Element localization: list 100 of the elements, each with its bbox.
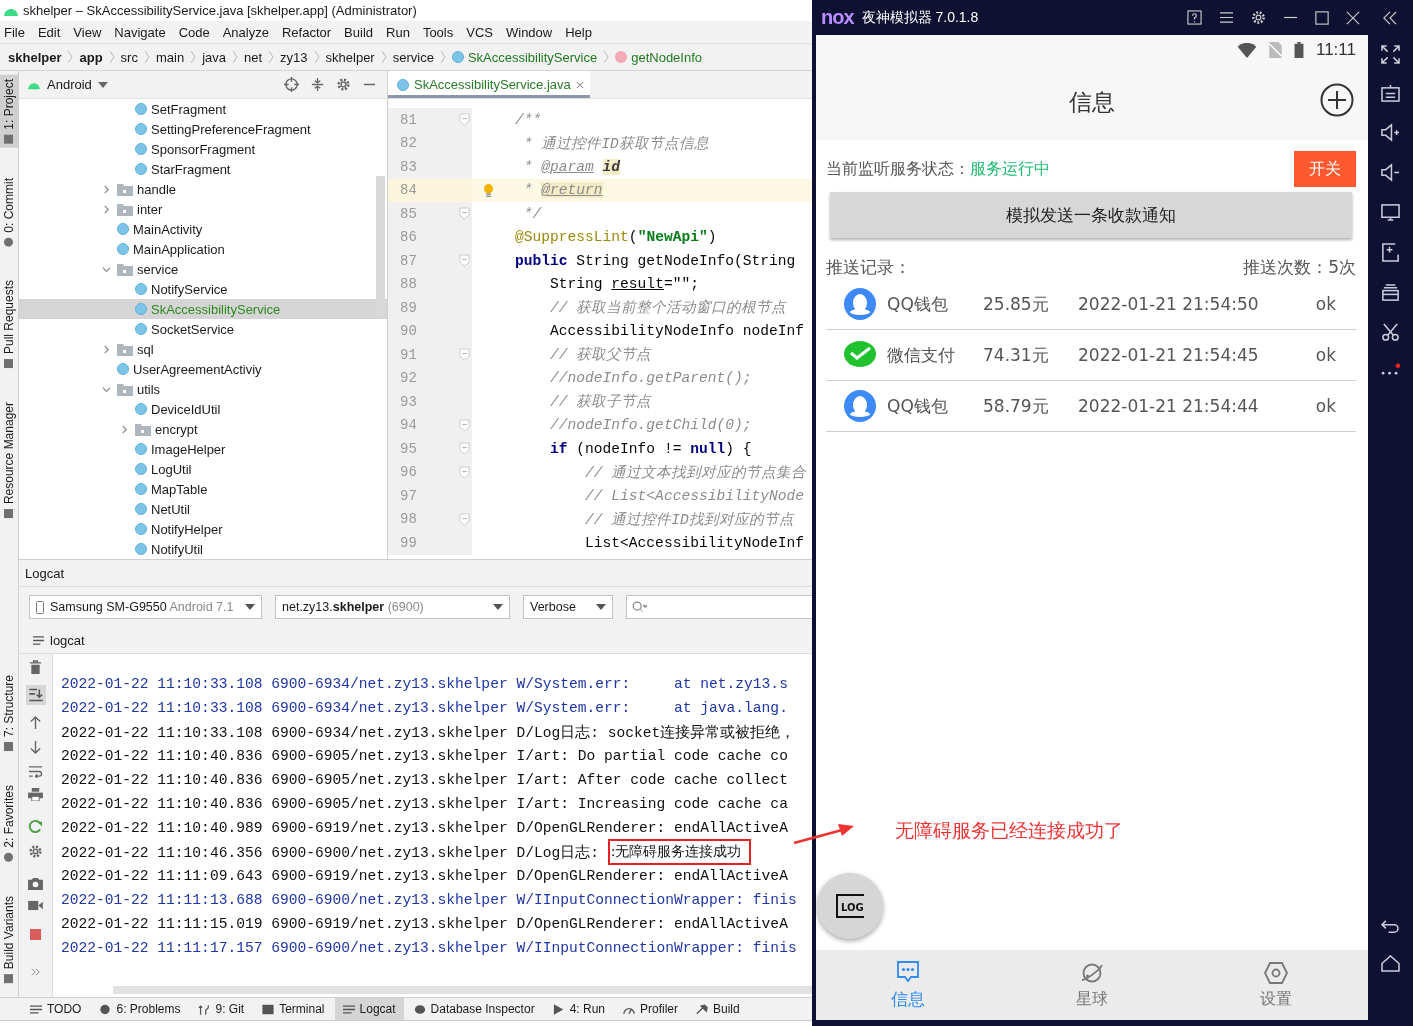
tool-window-tab[interactable]: 9: Git: [190, 998, 253, 1020]
home-icon[interactable]: [1381, 955, 1400, 972]
tree-item[interactable]: NotifyService: [19, 279, 387, 299]
tool-window-tab[interactable]: 1: Project: [0, 75, 18, 148]
fold-marker[interactable]: [459, 207, 470, 221]
scissors-icon[interactable]: [1381, 323, 1400, 342]
maximize-icon[interactable]: [1315, 10, 1329, 25]
chevron-icon[interactable]: [102, 384, 111, 394]
tree-item[interactable]: SponsorFragment: [19, 139, 387, 159]
view-dropdown[interactable]: Android: [27, 77, 108, 92]
scrollbar[interactable]: [376, 176, 385, 316]
settings-icon[interactable]: [336, 77, 351, 92]
menu-item[interactable]: File: [4, 24, 25, 40]
tool-window-tab[interactable]: 0: Commit: [0, 173, 18, 251]
scrollbar[interactable]: [113, 986, 812, 994]
fold-marker[interactable]: [459, 442, 470, 456]
trash-icon[interactable]: [29, 660, 42, 675]
print-icon[interactable]: [28, 788, 43, 801]
tree-item[interactable]: sql: [19, 339, 387, 359]
fold-marker[interactable]: [459, 418, 470, 432]
arrow-up-icon[interactable]: [29, 715, 42, 730]
menu-item[interactable]: VCS: [466, 24, 493, 40]
breadcrumb[interactable]: skhelper: [8, 49, 62, 65]
tool-window-tab[interactable]: 7: Structure: [0, 671, 18, 756]
menu-item[interactable]: Run: [386, 24, 410, 40]
log-button[interactable]: LOG: [817, 873, 883, 939]
breadcrumb[interactable]: src: [120, 49, 138, 65]
device-dropdown[interactable]: Samsung SM-G9550 Android 7.1: [29, 595, 262, 619]
breadcrumb[interactable]: app: [79, 49, 103, 65]
tree-item[interactable]: NetUtil: [19, 499, 387, 519]
locate-icon[interactable]: [284, 77, 299, 92]
fold-marker[interactable]: [459, 465, 470, 479]
tool-window-tab[interactable]: Logcat: [334, 998, 404, 1020]
fullscreen-icon[interactable]: [1381, 45, 1400, 64]
tree-item[interactable]: MainActivity: [19, 219, 387, 239]
tree-item[interactable]: SettingPreferenceFragment: [19, 119, 387, 139]
chevron-icon[interactable]: [102, 264, 111, 274]
tree-item[interactable]: UserAgreementActiviy: [19, 359, 387, 379]
menu-item[interactable]: Analyze: [222, 24, 269, 40]
tree-item[interactable]: encrypt: [19, 419, 387, 439]
breadcrumb[interactable]: service: [392, 49, 434, 65]
help-icon[interactable]: [1187, 10, 1202, 25]
monitor-icon[interactable]: [1381, 203, 1400, 222]
process-dropdown[interactable]: net.zy13.skhelper (6900): [275, 595, 510, 619]
chevron-icon[interactable]: [102, 204, 111, 214]
fold-marker[interactable]: [459, 254, 470, 268]
tool-window-tab[interactable]: 6: Problems: [91, 998, 189, 1020]
menu-item[interactable]: Help: [565, 24, 592, 40]
logcat-tab[interactable]: logcat: [50, 632, 85, 648]
volume-down-icon[interactable]: [1381, 163, 1400, 182]
camera-icon[interactable]: [28, 877, 43, 890]
keyboard-icon[interactable]: [1381, 85, 1400, 102]
tree-item[interactable]: handle: [19, 179, 387, 199]
menu-item[interactable]: Tools: [422, 24, 454, 40]
chevron-icon[interactable]: [102, 344, 111, 354]
stack-icon[interactable]: [1381, 283, 1400, 302]
close-icon[interactable]: [1346, 10, 1360, 25]
tree-item[interactable]: utils: [19, 379, 387, 399]
add-file-icon[interactable]: [1381, 243, 1400, 262]
breadcrumb[interactable]: getNodeInfo: [615, 49, 703, 65]
settings-icon[interactable]: [28, 844, 43, 859]
back-icon[interactable]: [1381, 919, 1400, 934]
tool-window-tab[interactable]: Profiler: [615, 998, 686, 1020]
collapse-icon[interactable]: [310, 77, 325, 92]
volume-up-icon[interactable]: [1381, 123, 1400, 142]
chevron-icon[interactable]: [102, 184, 111, 194]
tree-item[interactable]: inter: [19, 199, 387, 219]
search-field[interactable]: [626, 595, 812, 619]
breadcrumb[interactable]: skhelper: [325, 49, 375, 65]
menu-icon[interactable]: [1219, 11, 1234, 24]
tree-item[interactable]: SocketService: [19, 319, 387, 339]
breadcrumb[interactable]: zy13: [280, 49, 308, 65]
tree-item[interactable]: LogUtil: [19, 459, 387, 479]
more-icon[interactable]: [1380, 363, 1401, 376]
tool-window-tab[interactable]: Build: [688, 998, 748, 1020]
menu-item[interactable]: Edit: [37, 24, 61, 40]
menu-item[interactable]: Window: [505, 24, 553, 40]
send-button[interactable]: 模拟发送一条收款通知: [830, 192, 1352, 238]
breadcrumb[interactable]: SkAccessibilityService: [451, 49, 598, 65]
tool-window-tab[interactable]: 2: Favorites: [0, 781, 18, 866]
video-camera-icon[interactable]: [28, 900, 43, 911]
breadcrumb[interactable]: java: [202, 49, 226, 65]
fold-marker[interactable]: [459, 113, 470, 127]
tool-window-tab[interactable]: Pull Requests: [0, 276, 18, 373]
tree-item[interactable]: MapTable: [19, 479, 387, 499]
tree-item[interactable]: MainApplication: [19, 239, 387, 259]
tree-item[interactable]: service: [19, 259, 387, 279]
nav-tab[interactable]: 设置: [1216, 960, 1336, 1010]
menu-item[interactable]: Navigate: [114, 24, 166, 40]
menu-item[interactable]: Code: [178, 24, 210, 40]
tree-item[interactable]: ImageHelper: [19, 439, 387, 459]
editor-tab[interactable]: SkAccessibilityService.java: [388, 71, 590, 98]
menu-item[interactable]: Build: [344, 24, 373, 40]
tool-window-tab[interactable]: Database Inspector: [405, 998, 543, 1020]
tool-window-tab[interactable]: TODO: [22, 998, 90, 1020]
arrow-down-icon[interactable]: [29, 740, 42, 755]
restart-icon[interactable]: [28, 819, 43, 834]
tool-window-tab[interactable]: Terminal: [254, 998, 333, 1020]
tree-item[interactable]: DeviceIdUtil: [19, 399, 387, 419]
chevron-icon[interactable]: [120, 424, 129, 434]
